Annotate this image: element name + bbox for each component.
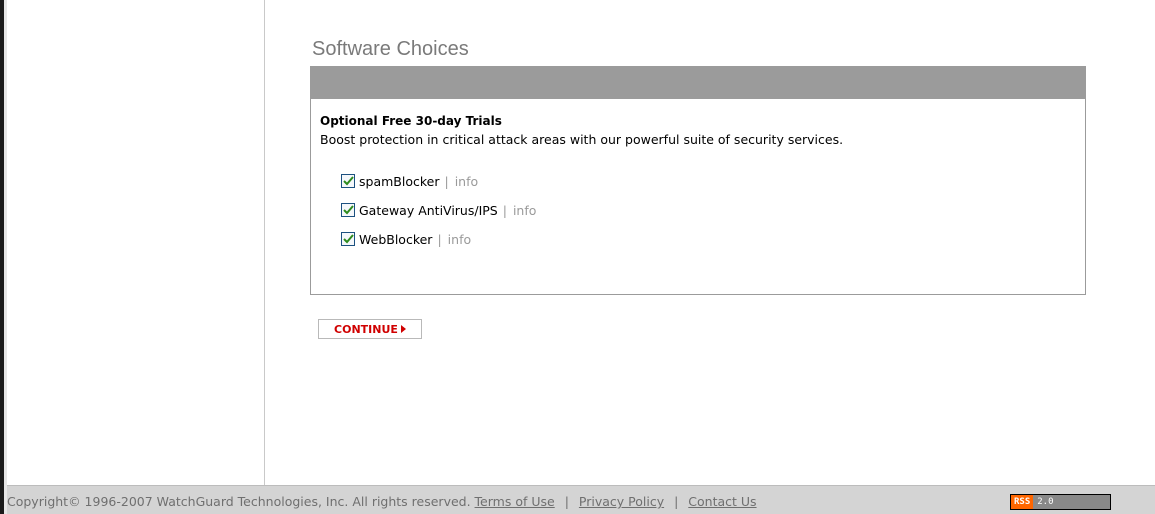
checkmark-icon [342,176,354,186]
checkmark-icon [342,234,354,244]
page-title: Software Choices [312,38,469,60]
terms-of-use-link[interactable]: Terms of Use [475,494,555,509]
gateway-antivirus-checkbox[interactable] [341,203,355,217]
spamblocker-info-link[interactable]: info [455,174,478,189]
separator: | [502,202,507,218]
privacy-policy-link[interactable]: Privacy Policy [579,494,664,509]
webblocker-checkbox[interactable] [341,232,355,246]
trials-description: Boost protection in critical attack area… [320,132,844,147]
rss-version: 2.0 [1033,495,1110,509]
gateway-antivirus-info-link[interactable]: info [513,203,536,218]
option-spamblocker: spamBlocker | info [341,172,478,190]
footer-text: Copyright© 1996-2007 WatchGuard Technolo… [7,494,757,509]
trials-heading: Optional Free 30-day Trials [320,114,502,128]
gateway-antivirus-label[interactable]: Gateway AntiVirus/IPS [359,203,498,218]
footer: Copyright© 1996-2007 WatchGuard Technolo… [7,485,1155,514]
separator: | [437,231,442,247]
panel-header-bar [311,67,1085,99]
continue-label: CONTINUE [334,322,398,336]
sidebar [7,0,265,485]
copyright-text: Copyright© 1996-2007 WatchGuard Technolo… [7,494,471,509]
checkmark-icon [342,205,354,215]
rss-badge[interactable]: RSS 2.0 [1010,494,1111,510]
option-webblocker: WebBlocker | info [341,230,471,248]
continue-button[interactable]: CONTINUE [318,319,422,339]
spamblocker-label[interactable]: spamBlocker [359,174,439,189]
trials-panel: Optional Free 30-day Trials Boost protec… [310,66,1086,295]
rss-label: RSS [1011,495,1034,509]
webblocker-info-link[interactable]: info [448,232,471,247]
webblocker-label[interactable]: WebBlocker [359,232,432,247]
separator: | [674,494,679,509]
option-gateway-antivirus: Gateway AntiVirus/IPS | info [341,201,536,219]
play-arrow-icon [400,325,406,333]
separator: | [444,173,449,189]
spamblocker-checkbox[interactable] [341,174,355,188]
contact-us-link[interactable]: Contact Us [688,494,756,509]
separator: | [564,494,569,509]
